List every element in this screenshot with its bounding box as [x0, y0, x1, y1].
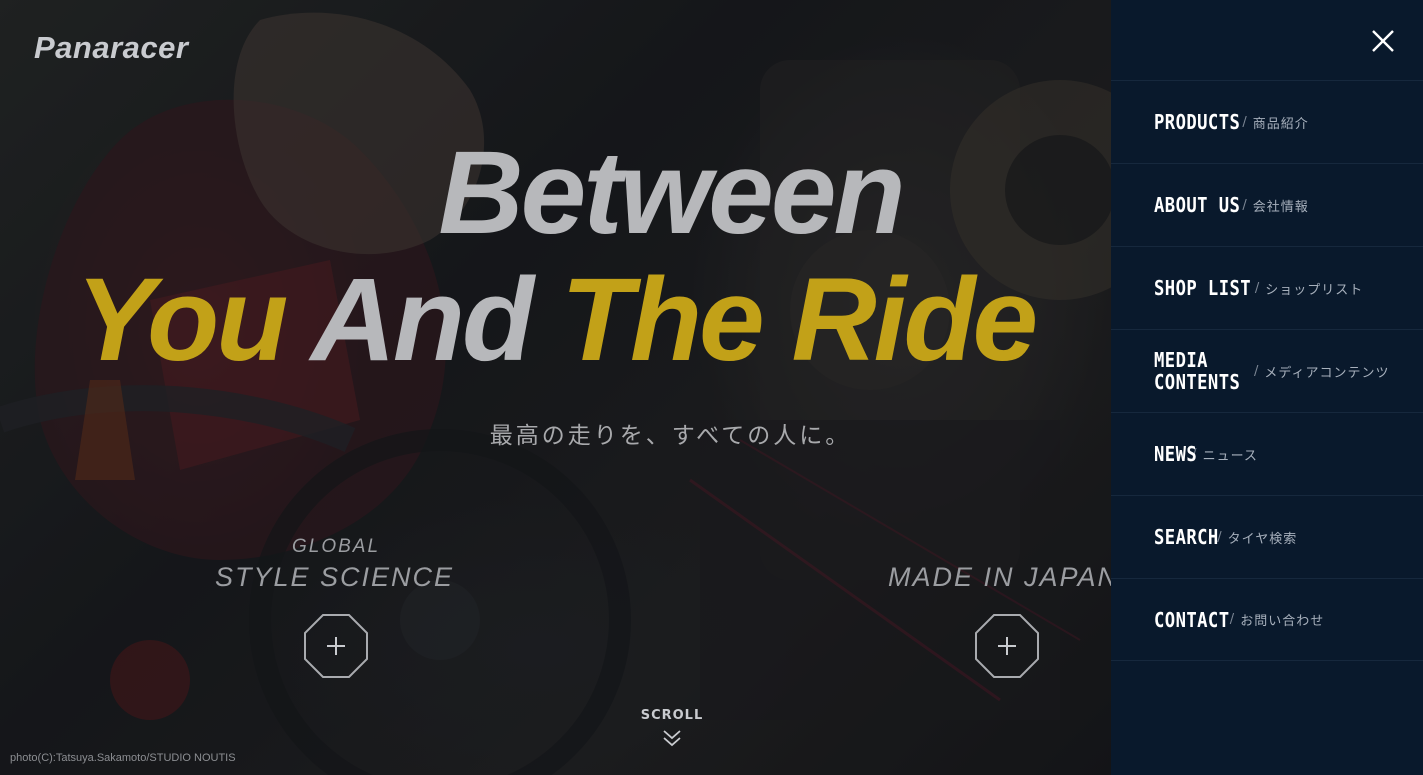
style-science-expand-button[interactable] [303, 613, 369, 679]
menu-item-jp-label: お問い合わせ [1240, 614, 1325, 629]
page: Panaracer Between You And The Ride 最高の走り… [0, 0, 1423, 775]
feature-global-label: GLOBAL [292, 536, 381, 557]
menu-item-about-us[interactable]: ABOUT US / 会社情報 [1111, 163, 1423, 246]
menu-item-contact[interactable]: CONTACT / お問い合わせ [1111, 578, 1423, 661]
feature-style-science-title: STYLE SCIENCE [215, 562, 455, 592]
menu-separator: / [1254, 280, 1260, 296]
headline-line-2: You And The Ride [0, 252, 1111, 388]
menu-item-jp-label: ショップリスト [1265, 282, 1364, 298]
headline-and: And [310, 254, 534, 386]
menu-item-shop-list[interactable]: SHOP LIST / ショップリスト [1111, 246, 1423, 329]
menu-item-products[interactable]: PRODUCTS / 商品紹介 [1111, 80, 1423, 163]
menu-item-media-contents[interactable]: MEDIA CONTENTS / メディアコンテンツ [1111, 329, 1423, 412]
menu-item-jp-label: メディアコンテンツ [1264, 365, 1390, 381]
hero-tagline: 最高の走りを、すべての人に。 [489, 423, 852, 449]
hero-section: Panaracer Between You And The Ride 最高の走り… [0, 0, 1111, 775]
menu-item-label: PRODUCTS [1154, 110, 1241, 134]
menu-item-label-line-1: MEDIA [1154, 348, 1208, 372]
plus-octagon-icon [975, 614, 1039, 678]
headline-line-1: Between [438, 127, 905, 259]
menu-item-label: SEARCH [1154, 525, 1219, 549]
menu-item-label: SHOP LIST [1154, 276, 1252, 300]
close-menu-button[interactable] [1368, 26, 1398, 56]
menu-separator: / [1242, 197, 1247, 213]
menu-item-label: CONTACT [1154, 607, 1230, 632]
double-chevron-down-icon [663, 730, 681, 747]
close-icon [1372, 30, 1394, 52]
menu-item-news[interactable]: NEWS / ニュース [1111, 412, 1423, 495]
menu-item-label: MEDIA CONTENTS [1154, 349, 1250, 393]
menu-item-label: ABOUT US [1154, 193, 1241, 217]
scroll-label: SCROLL [640, 708, 704, 723]
headline-the-ride: The Ride [560, 254, 1038, 386]
side-navigation-menu: PRODUCTS / 商品紹介 ABOUT US / 会社情報 SHOP LIS… [1111, 0, 1423, 775]
menu-item-jp-label: 商品紹介 [1252, 116, 1309, 132]
menu-separator: / [1229, 612, 1235, 627]
menu-item-label-line-2: CONTENTS [1154, 370, 1241, 394]
scroll-down-button[interactable]: SCROLL [622, 708, 722, 747]
menu-item-jp-label: 会社情報 [1252, 199, 1309, 215]
panaracer-logo[interactable]: Panaracer [34, 30, 188, 66]
menu-item-jp-label: タイヤ検索 [1227, 531, 1298, 547]
feature-made-in-japan-title: MADE IN JAPAN [888, 562, 1111, 592]
plus-octagon-icon [304, 614, 368, 678]
menu-list: PRODUCTS / 商品紹介 ABOUT US / 会社情報 SHOP LIS… [1111, 80, 1423, 661]
photo-credit: photo(C):Tatsuya.Sakamoto/STUDIO NOUTIS [10, 752, 236, 764]
menu-item-label: NEWS [1154, 442, 1198, 466]
menu-item-search[interactable]: SEARCH / タイヤ検索 [1111, 495, 1423, 578]
made-in-japan-expand-button[interactable] [974, 613, 1040, 679]
menu-separator: / [1242, 114, 1247, 130]
menu-separator: / [1254, 363, 1259, 379]
menu-item-jp-label: ニュース [1202, 448, 1258, 464]
headline-you: You [75, 254, 288, 386]
